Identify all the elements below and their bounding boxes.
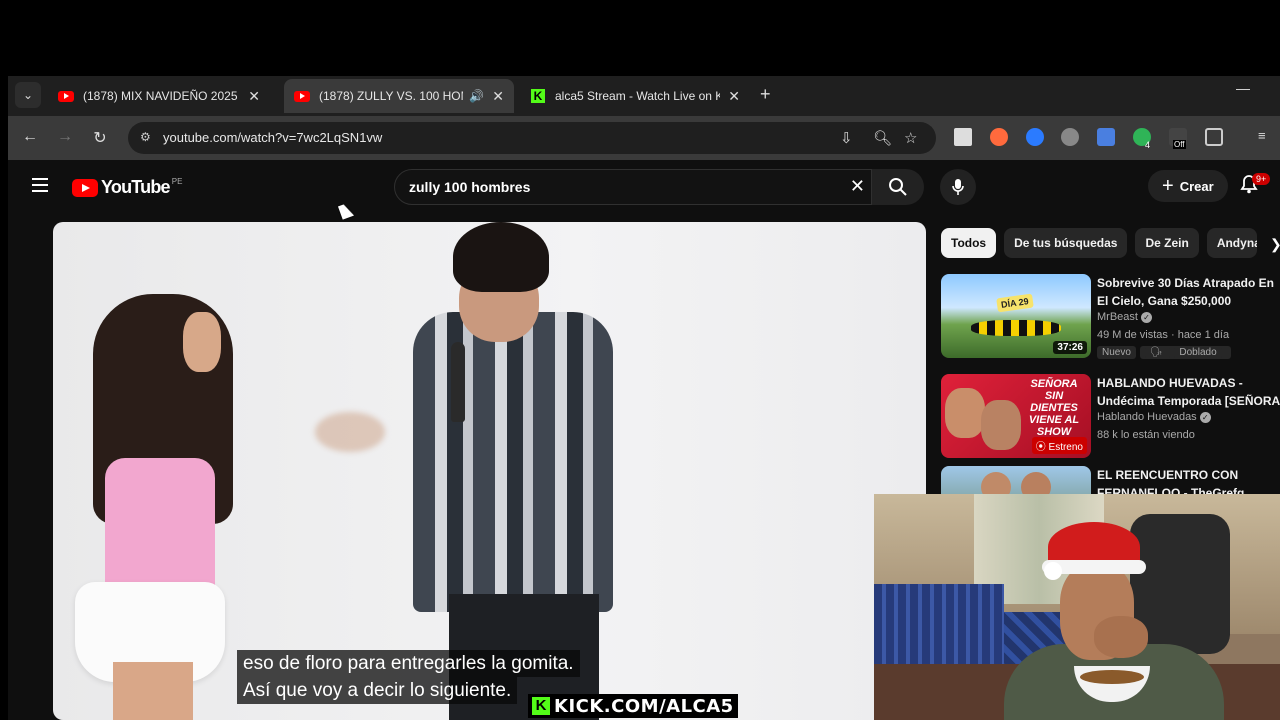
video-tags: Nuevo 🗣 Doblado	[1097, 346, 1235, 359]
reload-icon[interactable]: ↻	[90, 128, 110, 148]
minimize-button[interactable]: —	[1236, 80, 1250, 96]
video-thumbnail[interactable]: DÍA 29 37:26	[941, 274, 1091, 358]
youtube-icon	[294, 88, 310, 104]
bookmark-star-icon[interactable]: ☆	[904, 129, 917, 147]
verified-icon: ✓	[1140, 312, 1152, 323]
extension-firefox-icon[interactable]	[990, 128, 1008, 146]
premiere-badge: ⦿ Estreno	[1031, 437, 1087, 454]
voice-search-button[interactable]	[940, 169, 976, 205]
chip-de-tus-busquedas[interactable]: De tus búsquedas	[1004, 228, 1128, 258]
extension-off-badge: Off	[1173, 140, 1186, 149]
notification-count-badge: 9+	[1252, 173, 1271, 185]
address-bar[interactable]: ⚙ youtube.com/watch?v=7wc2LqSN1vw ⇩ 🔍︎ ☆	[128, 122, 936, 154]
browser-tab-strip: ⌄ (1878) MIX NAVIDEÑO 2025 🎄 ✕ (1878) ZU…	[8, 76, 1280, 116]
plus-icon: +	[1162, 174, 1174, 197]
held-microphone	[451, 342, 465, 422]
url-text[interactable]: youtube.com/watch?v=7wc2LqSN1vw	[163, 130, 382, 145]
search-icon	[889, 178, 907, 196]
channel-name[interactable]: Hablando Huevadas ✓	[1097, 411, 1211, 423]
chip-todos[interactable]: Todos	[941, 228, 997, 258]
stream-top-black-bar	[0, 0, 1280, 76]
voice-icon: 🗣	[1144, 346, 1171, 359]
close-icon[interactable]: ✕	[492, 88, 504, 105]
extension-translate-icon[interactable]	[1097, 128, 1115, 146]
tab-title: alca5 Stream - Watch Live on Kick	[555, 89, 721, 103]
extension-badge: 4	[1145, 140, 1151, 150]
video-duration: 37:26	[1053, 341, 1087, 354]
filter-chips: Todos De tus búsquedas De Zein Andyna	[941, 228, 1265, 258]
speaker-icon[interactable]: 🔊	[469, 89, 484, 103]
kick-channel-tag: K KICK.COM/ALCA5	[528, 694, 738, 718]
tab-search-button[interactable]: ⌄	[15, 82, 41, 108]
chevron-right-icon[interactable]: ❯	[1270, 236, 1280, 253]
tab-title: (1878) ZULLY VS. 100 HOMBRES	[319, 89, 463, 103]
thumbnail-text: DÍA 29	[996, 293, 1034, 313]
recommendation-card[interactable]: SEÑORA SIN DIENTES VIENE AL SHOW ⦿ Estre…	[941, 374, 1280, 462]
search-input[interactable]: zully 100 hombres ✕	[394, 169, 872, 205]
video-meta: 49 M de vistas · hace 1 día	[1097, 329, 1230, 341]
site-info-icon[interactable]: ⚙	[140, 130, 151, 144]
extension-glasses-icon[interactable]	[1061, 128, 1079, 146]
menu-icon[interactable]	[32, 178, 48, 196]
kick-logo-icon: K	[532, 697, 550, 715]
video-player[interactable]: eso de floro para entregarles la gomita.…	[53, 222, 926, 720]
live-dot-icon: ⦿	[1035, 442, 1049, 453]
extensions-puzzle-icon[interactable]	[1205, 128, 1223, 146]
chip-de-zein[interactable]: De Zein	[1135, 228, 1199, 258]
close-icon[interactable]: ✕	[728, 88, 740, 105]
recommendation-card[interactable]: DÍA 29 37:26 Sobrevive 30 Días Atrapado …	[941, 274, 1280, 362]
create-button[interactable]: + Crear	[1148, 170, 1228, 202]
extension-shazam-icon[interactable]	[1026, 128, 1044, 146]
search-query[interactable]: zully 100 hombres	[409, 179, 530, 195]
video-meta: 88 k lo están viendo	[1097, 429, 1195, 441]
reading-list-icon[interactable]: ≡	[1258, 128, 1276, 146]
youtube-icon	[58, 88, 74, 104]
youtube-logo[interactable]: YouTube PE	[72, 177, 182, 198]
browser-toolbar: ← → ↻ ⚙ youtube.com/watch?v=7wc2LqSN1vw …	[8, 116, 1280, 160]
microphone-icon	[952, 179, 964, 195]
dubbed-tag: 🗣 Doblado	[1139, 346, 1231, 359]
forward-arrow-icon[interactable]: →	[55, 128, 75, 146]
verified-icon: ✓	[1199, 412, 1211, 423]
close-icon[interactable]: ✕	[248, 88, 260, 105]
thumbnail-text: SEÑORA SIN DIENTES VIENE AL SHOW	[1028, 378, 1080, 438]
back-arrow-icon[interactable]: ←	[20, 128, 40, 146]
video-thumbnail[interactable]: SEÑORA SIN DIENTES VIENE AL SHOW ⦿ Estre…	[941, 374, 1091, 458]
tab-zully-vs-100[interactable]: (1878) ZULLY VS. 100 HOMBRES 🔊 ✕	[284, 79, 514, 113]
install-app-icon[interactable]: ⇩	[840, 129, 853, 147]
zoom-icon[interactable]: 🔍︎	[873, 129, 892, 147]
video-title[interactable]: Sobrevive 30 Días Atrapado En El Cielo, …	[1097, 274, 1280, 310]
clear-search-icon[interactable]: ✕	[850, 176, 865, 197]
video-person-boy	[413, 312, 613, 612]
extension-pip-icon[interactable]	[954, 128, 972, 146]
tab-mix-navideno[interactable]: (1878) MIX NAVIDEÑO 2025 🎄 ✕	[48, 79, 270, 113]
new-tab-button[interactable]: +	[760, 84, 771, 105]
tab-kick-stream[interactable]: K alca5 Stream - Watch Live on Kick ✕	[520, 79, 750, 113]
chip-andyna[interactable]: Andyna	[1206, 228, 1257, 258]
channel-name[interactable]: MrBeast ✓	[1097, 311, 1152, 323]
tab-title: (1878) MIX NAVIDEÑO 2025 🎄	[83, 89, 241, 103]
video-title[interactable]: HABLANDO HUEVADAS - Undécima Temporada […	[1097, 374, 1280, 410]
kick-icon: K	[530, 88, 546, 104]
search-button[interactable]	[872, 169, 924, 205]
youtube-play-icon	[72, 178, 98, 197]
streamer-webcam-overlay	[874, 494, 1280, 720]
